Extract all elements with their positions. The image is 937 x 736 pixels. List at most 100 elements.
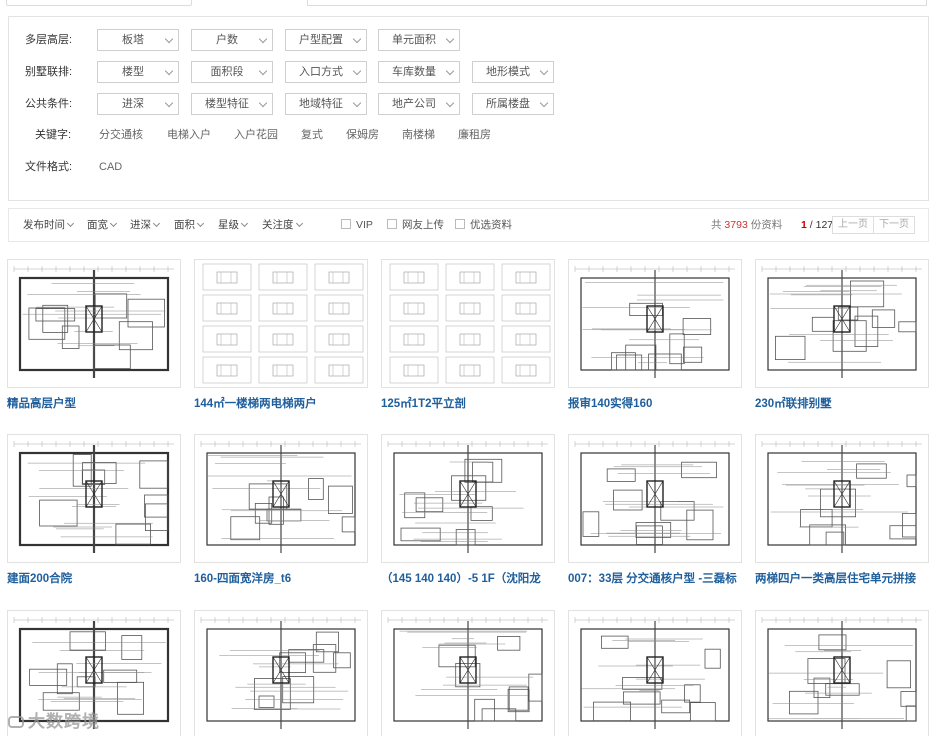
floorplan-thumbnail[interactable] [755,610,929,736]
card-title[interactable]: 精品高层户型 [7,395,181,411]
watermark: 大数跨境 [8,707,100,732]
keyword-link[interactable]: 分交通核 [99,124,143,146]
keyword-link[interactable]: 复式 [301,124,323,146]
filter-select[interactable]: 楼型 [97,61,179,83]
filter-row-common: 公共条件: 进深 楼型特征 地域特征 地产公司 所属楼盘 [9,93,928,115]
chevron-down-icon [445,34,455,44]
result-card[interactable]: 报审140实得160 [568,259,742,411]
floorplan-thumbnail[interactable] [194,434,368,563]
chevron-down-icon [164,34,174,44]
card-title[interactable]: （145 140 140）-5 1F（沈阳龙 [381,570,555,586]
result-card[interactable]: 007：33层 分交通核户型 -三磊标 [568,434,742,586]
floorplan-thumbnail[interactable] [381,610,555,736]
result-card[interactable] [381,610,555,736]
keyword-link[interactable]: 保姆房 [346,124,379,146]
sort-popularity[interactable]: 关注度 [262,209,303,241]
chevron-down-icon [109,219,118,228]
sort-rating[interactable]: 星级 [218,209,249,241]
chevron-down-icon [164,98,174,108]
preferred-checkbox[interactable]: 优选资料 [455,209,512,241]
filter-label: 别墅联排: [25,66,73,78]
sort-depth[interactable]: 进深 [130,209,161,241]
card-title[interactable]: 160-四面宽洋房_t6 [194,570,368,586]
page-indicator: 1 / 127 [801,219,834,231]
floorplan-thumbnail[interactable] [7,434,181,563]
floorplan-thumbnail[interactable] [568,610,742,736]
filter-select[interactable]: 板塔 [97,29,179,51]
card-title[interactable]: 报审140实得160 [568,395,742,411]
floorplan-thumbnail[interactable] [568,434,742,563]
filter-select[interactable]: 所属楼盘 [472,93,554,115]
floorplan-thumbnail[interactable] [381,434,555,563]
card-title[interactable]: 建面200合院 [7,570,181,586]
result-card[interactable]: 两梯四户一类高层住宅单元拼接 [755,434,929,586]
filter-select[interactable]: 车库数量 [378,61,460,83]
chevron-down-icon [539,66,549,76]
chevron-down-icon [258,34,268,44]
keyword-link[interactable]: 南楼梯 [402,124,435,146]
sort-frontage[interactable]: 面宽 [87,209,118,241]
card-title[interactable]: 007：33层 分交通核户型 -三磊标 [568,570,742,586]
filter-label: 公共条件: [25,98,73,110]
format-cad-link[interactable]: CAD [99,156,122,178]
result-card[interactable]: 160-四面宽洋房_t6 [194,434,368,586]
checkbox-icon [455,219,465,229]
floorplan-thumbnail[interactable] [7,259,181,388]
filter-row-highrise: 多层高层: 板塔 户数 户型配置 单元面积 [9,29,928,51]
chevron-down-icon [240,219,249,228]
sort-area[interactable]: 面积 [174,209,205,241]
format-label: 文件格式: [25,161,73,173]
prev-page-button[interactable]: 上一页 [832,216,874,234]
keyword-link[interactable]: 廉租房 [458,124,491,146]
filter-select[interactable]: 地域特征 [285,93,367,115]
sort-publish-time[interactable]: 发布时间 [23,209,75,241]
result-card[interactable]: 建面200合院 [7,434,181,586]
chevron-down-icon [352,66,362,76]
filter-select[interactable]: 户型配置 [285,29,367,51]
filter-select[interactable]: 地形模式 [472,61,554,83]
chevron-down-icon [295,219,303,228]
floorplan-thumbnail[interactable] [755,259,929,388]
next-page-button[interactable]: 下一页 [873,216,915,234]
result-card[interactable]: 精品高层户型 [7,259,181,411]
user-upload-checkbox[interactable]: 网友上传 [387,209,444,241]
total-count: 共 3793 份资料 [711,219,783,231]
filter-select[interactable]: 面积段 [191,61,273,83]
filter-row-format: 文件格式: CAD [9,156,928,178]
top-tab-left[interactable] [6,0,192,6]
floorplan-thumbnail[interactable] [568,259,742,388]
floorplan-thumbnail[interactable] [755,434,929,563]
filter-row-villa: 别墅联排: 楼型 面积段 入口方式 车库数量 地形模式 [9,61,928,83]
keyword-link[interactable]: 电梯入户 [167,124,211,146]
result-card[interactable]: 125㎡1T2平立剖 [381,259,555,411]
result-card[interactable] [755,610,929,736]
filter-select[interactable]: 入口方式 [285,61,367,83]
card-title[interactable]: 230㎡联排别墅 [755,395,929,411]
result-card[interactable]: 230㎡联排别墅 [755,259,929,411]
filter-select[interactable]: 单元面积 [378,29,460,51]
card-title[interactable]: 两梯四户一类高层住宅单元拼接 [755,570,929,586]
result-card[interactable]: （145 140 140）-5 1F（沈阳龙 [381,434,555,586]
chevron-down-icon [152,219,161,228]
top-tab-right[interactable] [307,0,927,6]
result-card[interactable] [568,610,742,736]
filter-select[interactable]: 户数 [191,29,273,51]
floorplan-thumbnail[interactable] [381,259,555,388]
vip-checkbox[interactable]: VIP [341,209,373,241]
card-title[interactable]: 144㎡一楼梯两电梯两户 [194,395,368,411]
filter-select[interactable]: 地产公司 [378,93,460,115]
card-title[interactable]: 125㎡1T2平立剖 [381,395,555,411]
filter-select[interactable]: 楼型特征 [191,93,273,115]
filter-panel: 多层高层: 板塔 户数 户型配置 单元面积 别墅联排: 楼型 面积段 入口方式 … [8,16,929,201]
filter-row-keywords: 关键字: 分交通核 电梯入户 入户花园 复式 保姆房 南楼梯 廉租房 [9,124,928,146]
sort-bar: 发布时间 面宽 进深 面积 星级 关注度 VIP 网友上传 优选资料 共 379… [8,208,929,242]
result-card[interactable] [194,610,368,736]
filter-select[interactable]: 进深 [97,93,179,115]
keyword-link[interactable]: 入户花园 [234,124,278,146]
chevron-down-icon [352,34,362,44]
result-card[interactable]: 144㎡一楼梯两电梯两户 [194,259,368,411]
chevron-down-icon [445,98,455,108]
floorplan-thumbnail[interactable] [194,610,368,736]
floorplan-thumbnail[interactable] [194,259,368,388]
filter-label: 多层高层: [25,34,73,46]
